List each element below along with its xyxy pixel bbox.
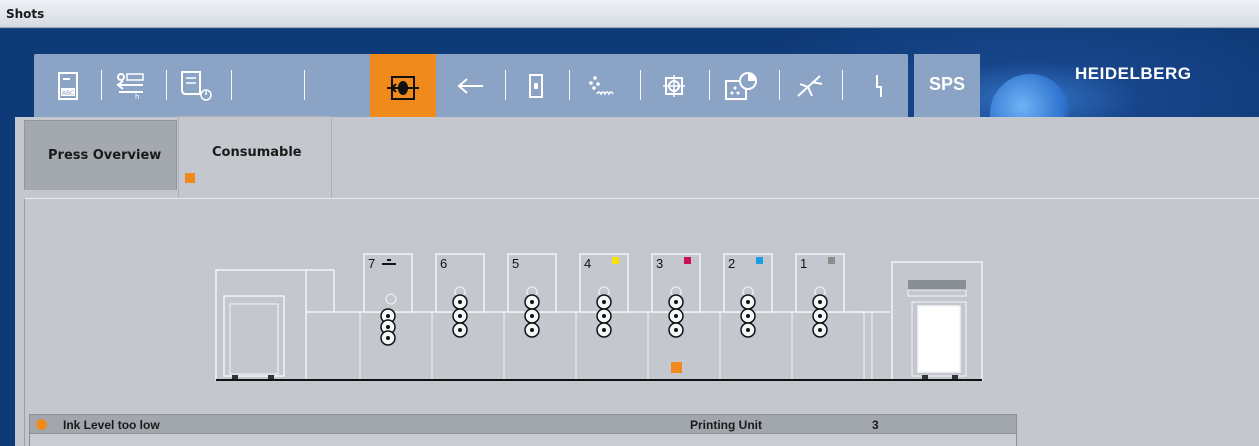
unit-alert-marker bbox=[671, 362, 682, 373]
status-alert-dot bbox=[36, 419, 47, 430]
window-title: Shots bbox=[6, 7, 45, 21]
ink-color-swatch bbox=[828, 257, 835, 264]
printing-unit[interactable]: 1 bbox=[791, 253, 865, 380]
unit-number: 4 bbox=[584, 256, 591, 271]
unit-number: 2 bbox=[728, 256, 735, 271]
tab-consumable-label: Consumable bbox=[212, 145, 302, 160]
door-icon bbox=[529, 74, 543, 98]
transfer-icon: h bbox=[116, 73, 144, 100]
feeder-unit bbox=[215, 269, 360, 381]
unit-number: 6 bbox=[440, 256, 447, 271]
diagonal-arrow-icon bbox=[797, 75, 823, 97]
sps-button[interactable]: SPS bbox=[914, 54, 980, 118]
printing-unit[interactable]: 6 bbox=[431, 253, 505, 380]
status-message: Ink Level too low bbox=[63, 418, 160, 432]
crosshair-button[interactable] bbox=[648, 54, 700, 118]
pie-chart-icon bbox=[725, 72, 757, 100]
printing-unit[interactable]: 7 bbox=[359, 253, 433, 380]
blank-button[interactable] bbox=[246, 54, 298, 118]
tab-press-overview[interactable]: Press Overview bbox=[24, 120, 177, 190]
status-bar: Ink Level too low Printing Unit 3 bbox=[29, 414, 1017, 434]
status-field-value: 3 bbox=[872, 418, 879, 432]
job-abc-icon: ABC bbox=[58, 72, 78, 100]
lightning-button[interactable] bbox=[852, 54, 904, 118]
heidelberg-logo: HEIDELBERG bbox=[1075, 64, 1192, 83]
pie-chart-button[interactable] bbox=[716, 54, 768, 118]
printing-unit[interactable]: 5 bbox=[503, 253, 577, 380]
tab-press-overview-label: Press Overview bbox=[48, 148, 162, 163]
dots-wave-icon bbox=[589, 76, 614, 96]
status-field-label: Printing Unit bbox=[690, 418, 762, 432]
sps-label: SPS bbox=[928, 74, 966, 94]
press-diagram: 7 6 5 4 3 2 1 bbox=[210, 248, 990, 393]
ink-color-swatch bbox=[756, 257, 763, 264]
press-unit-button[interactable] bbox=[370, 54, 436, 121]
tab-alert-marker bbox=[185, 173, 195, 183]
ink-color-swatch bbox=[684, 257, 691, 264]
arrow-left-icon bbox=[457, 78, 483, 94]
unit-number: 3 bbox=[656, 256, 663, 271]
window-titlebar: Shots bbox=[0, 0, 1259, 28]
crosshair-icon bbox=[663, 75, 685, 97]
svg-text:h: h bbox=[135, 93, 139, 100]
job-abc-button[interactable]: ABC bbox=[42, 54, 94, 118]
diagonal-arrow-button[interactable] bbox=[783, 54, 835, 118]
dots-wave-button[interactable] bbox=[574, 54, 626, 118]
unit-number: 5 bbox=[512, 256, 519, 271]
transfer-button[interactable]: h bbox=[106, 54, 158, 118]
status-bar-lower bbox=[29, 434, 1017, 446]
door-button[interactable] bbox=[510, 54, 562, 118]
arrow-left-button[interactable] bbox=[444, 54, 496, 118]
press-unit-icon bbox=[387, 75, 419, 100]
tab-consumable[interactable]: Consumable bbox=[178, 116, 332, 200]
press-schematic: 7 6 5 4 3 2 1 bbox=[215, 253, 983, 381]
printing-unit[interactable]: 2 bbox=[719, 253, 793, 380]
delivery-unit bbox=[850, 261, 983, 381]
unit-number: 7 bbox=[368, 256, 375, 271]
unit-number: 1 bbox=[800, 256, 807, 271]
svg-text:ABC: ABC bbox=[62, 90, 74, 97]
document-clock-icon bbox=[181, 71, 212, 101]
printing-unit[interactable]: 4 bbox=[575, 253, 649, 380]
ink-color-swatch bbox=[612, 257, 619, 264]
printing-unit[interactable]: 3 bbox=[647, 253, 721, 380]
lightning-icon bbox=[876, 75, 882, 97]
document-clock-button[interactable] bbox=[170, 54, 222, 118]
main-toolbar: ABC h bbox=[34, 54, 908, 121]
